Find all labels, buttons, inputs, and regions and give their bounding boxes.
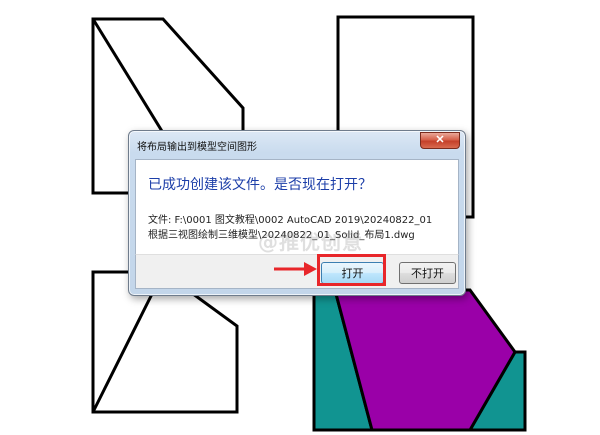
watermark-text: @推优创意 bbox=[258, 230, 363, 254]
dialog-title: 将布局输出到模型空间图形 bbox=[137, 142, 257, 153]
dialog-titlebar[interactable]: 将布局输出到模型空间图形 ✕ bbox=[129, 131, 465, 157]
red-highlight-box-annotation bbox=[317, 254, 386, 286]
file-path-line-1: 文件: F:\0001 图文教程\0002 AutoCAD 2019\20240… bbox=[148, 215, 433, 226]
red-arrow-annotation-icon bbox=[274, 262, 317, 276]
screenshot-stage: 将布局输出到模型空间图形 ✕ 已成功创建该文件。是否现在打开？ 文件: F:\0… bbox=[0, 0, 600, 435]
close-button[interactable]: ✕ bbox=[420, 132, 460, 149]
close-icon: ✕ bbox=[435, 134, 445, 146]
main-instruction-text: 已成功创建该文件。是否现在打开？ bbox=[148, 177, 372, 193]
do-not-open-button[interactable]: 不打开 bbox=[399, 262, 456, 284]
